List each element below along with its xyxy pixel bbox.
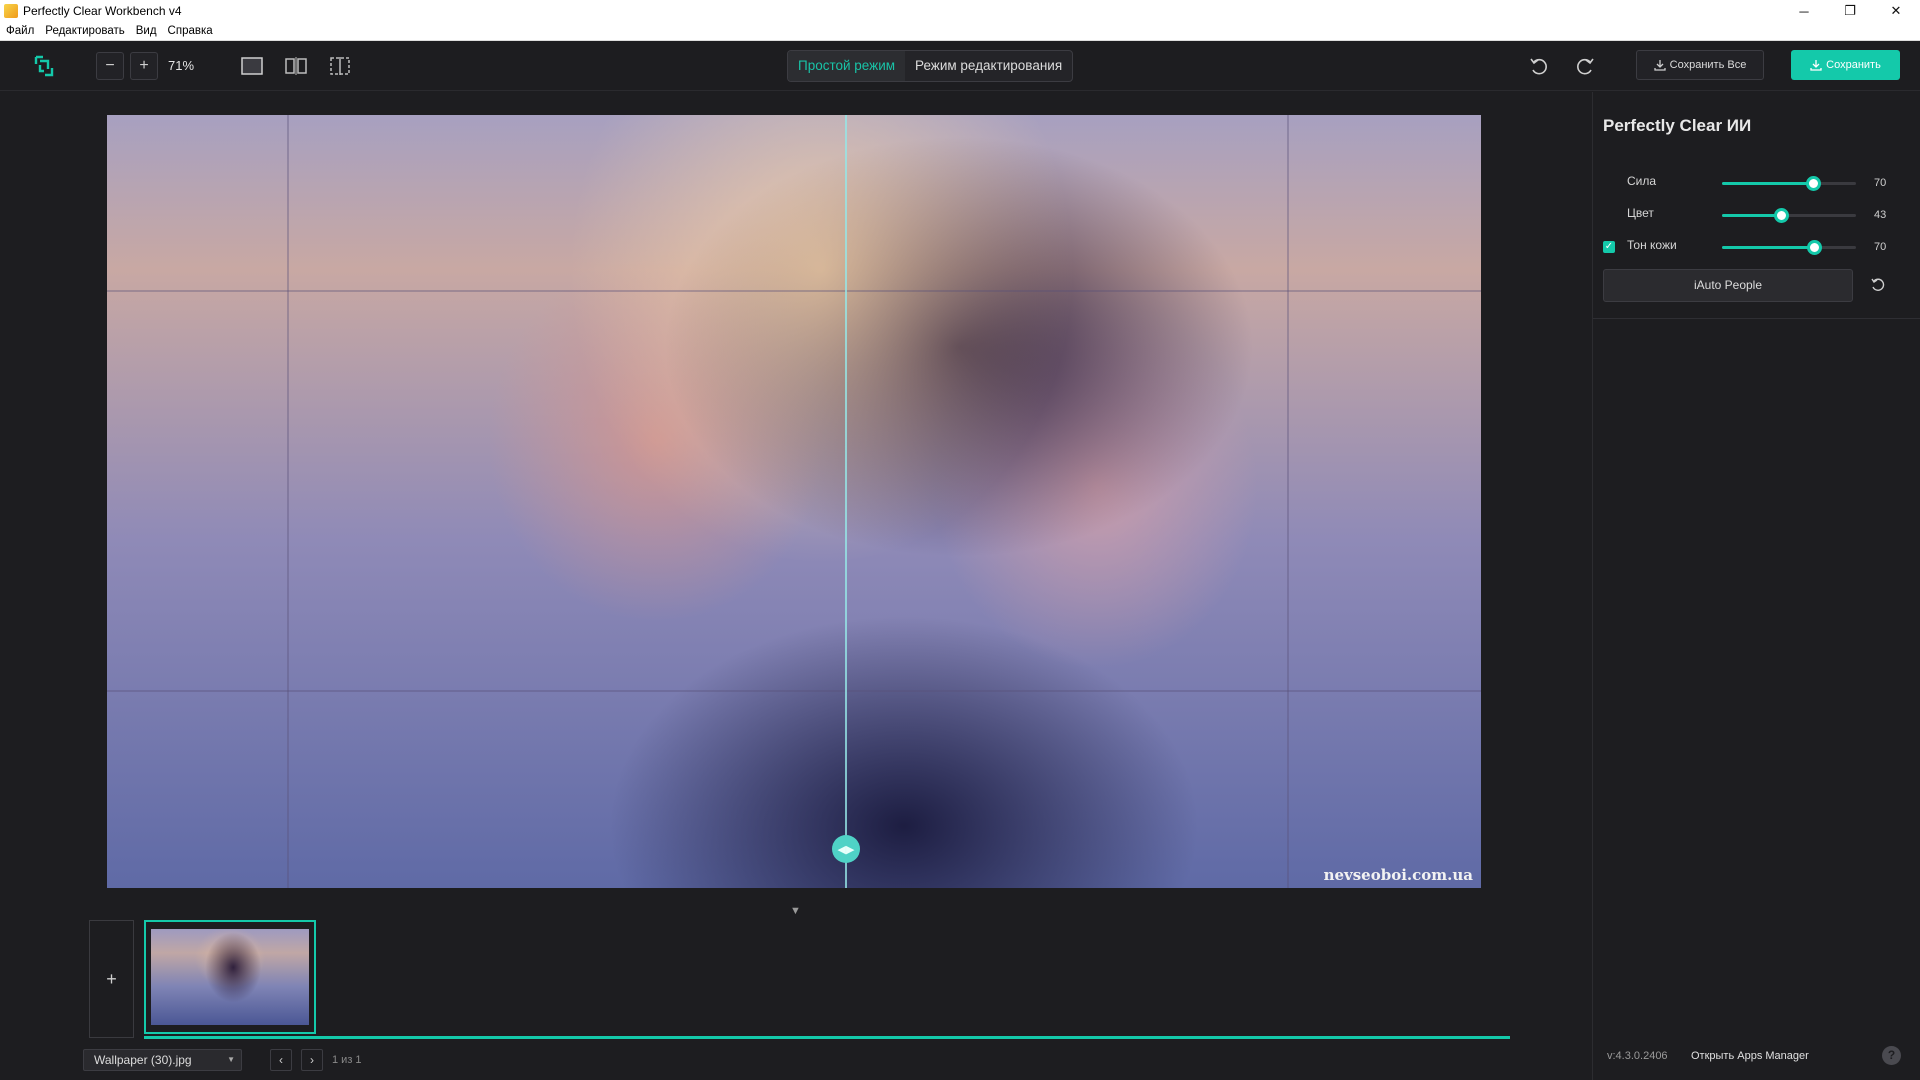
collapse-filmstrip-icon[interactable]: ▼ (790, 905, 801, 917)
panel-divider (1593, 318, 1920, 319)
slider-knob[interactable] (1773, 208, 1789, 223)
maximize-button[interactable]: ❐ (1827, 0, 1873, 22)
side-by-side-view-icon[interactable] (284, 56, 308, 76)
app-icon (4, 4, 18, 18)
page-counter: 1 из 1 (332, 1054, 362, 1066)
wall-tile-line (287, 115, 289, 888)
slider-fill (1722, 246, 1815, 249)
mode-switch: Простой режим Режим редактирования (787, 50, 1074, 82)
skin-tone-label: Тон кожи (1627, 238, 1677, 252)
slider-fill (1722, 182, 1814, 185)
menu-edit[interactable]: Редактировать (45, 25, 124, 37)
wall-tile-line (107, 290, 1481, 292)
single-view-icon[interactable] (240, 56, 264, 76)
skin-tone-slider[interactable] (1722, 240, 1856, 255)
prev-image-button[interactable]: ‹ (270, 1049, 292, 1071)
zoom-level[interactable]: 71% (168, 58, 194, 73)
help-icon[interactable]: ? (1882, 1046, 1901, 1065)
file-select-dropdown[interactable]: Wallpaper (30).jpg ▼ (83, 1049, 242, 1071)
menu-view[interactable]: Вид (136, 25, 157, 37)
color-value: 43 (1874, 209, 1887, 221)
zoom-out-button[interactable]: − (96, 52, 124, 80)
iauto-people-button[interactable]: iAuto People (1603, 269, 1853, 302)
file-name: Wallpaper (30).jpg (94, 1053, 192, 1067)
wall-tile-line (107, 690, 1481, 692)
wall-tile-line (1287, 115, 1289, 888)
add-image-button[interactable]: + (89, 920, 134, 1038)
save-all-label: Сохранить Все (1669, 59, 1747, 71)
skin-tone-value: 70 (1874, 241, 1887, 253)
before-after-divider[interactable] (845, 115, 847, 888)
edit-mode-tab[interactable]: Режим редактирования (905, 51, 1072, 81)
split-handle-icon[interactable]: ◀▶ (832, 835, 860, 863)
strength-slider[interactable] (1722, 176, 1856, 191)
window-title: Perfectly Clear Workbench v4 (23, 4, 182, 18)
undo-icon[interactable] (1528, 56, 1550, 78)
panel-title: Perfectly Clear ИИ (1603, 116, 1752, 135)
menu-file[interactable]: Файл (6, 25, 34, 37)
preview-image[interactable]: nevseoboi.com.ua (107, 115, 1481, 888)
zoom-in-button[interactable]: + (130, 52, 158, 80)
menu-bar: Файл Редактировать Вид Справка (0, 22, 1920, 41)
download-icon (1654, 60, 1666, 71)
strength-value: 70 (1874, 177, 1887, 189)
close-button[interactable]: ✕ (1873, 0, 1919, 22)
title-bar: Perfectly Clear Workbench v4 ─ ❐ ✕ (0, 0, 1920, 22)
processing-progress-bar (144, 1036, 1510, 1039)
skin-tone-checkbox[interactable]: ✓ (1603, 241, 1615, 253)
next-image-button[interactable]: › (301, 1049, 323, 1071)
download-icon (1810, 60, 1822, 71)
toolbar: − + 71% Простой режим Режим редактирован… (0, 41, 1920, 91)
color-label: Цвет (1627, 206, 1654, 220)
version-label: v:4.3.0.2406 (1607, 1050, 1668, 1062)
app-logo-icon[interactable] (34, 55, 54, 77)
image-thumbnail[interactable] (144, 920, 316, 1034)
save-button[interactable]: Сохранить (1791, 50, 1900, 80)
redo-icon[interactable] (1574, 56, 1596, 78)
image-watermark: nevseoboi.com.ua (1323, 866, 1473, 884)
chevron-down-icon: ▼ (227, 1055, 235, 1064)
split-view-icon[interactable] (328, 56, 352, 76)
strength-label: Сила (1627, 174, 1657, 188)
color-slider[interactable] (1722, 208, 1856, 223)
menu-help[interactable]: Справка (168, 25, 213, 37)
minimize-button[interactable]: ─ (1781, 0, 1827, 22)
reset-icon[interactable] (1870, 277, 1886, 293)
save-label: Сохранить (1826, 59, 1881, 71)
thumbnail-preview (151, 929, 309, 1025)
save-all-button[interactable]: Сохранить Все (1636, 50, 1764, 80)
open-apps-manager-link[interactable]: Открыть Apps Manager (1691, 1050, 1809, 1062)
slider-fill (1722, 214, 1781, 217)
simple-mode-tab[interactable]: Простой режим (788, 51, 906, 81)
